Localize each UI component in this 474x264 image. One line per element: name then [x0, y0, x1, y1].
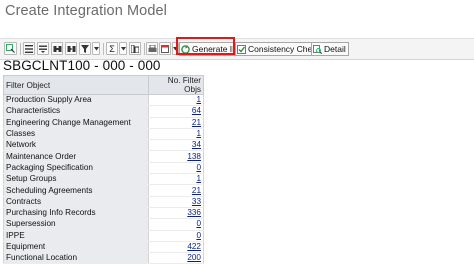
subtotal-icon[interactable]	[129, 42, 141, 55]
filter-object-count-cell: 336	[148, 207, 204, 220]
filter-object-name: Scheduling Agreements	[3, 184, 149, 197]
filter-object-name: Production Supply Area	[3, 94, 149, 107]
column-header-count[interactable]: No. Filter Objs	[148, 75, 204, 95]
table-row[interactable]: Characteristics 64	[3, 105, 204, 118]
filter-object-count-cell: 1	[148, 173, 204, 186]
filter-object-name: Contracts	[3, 196, 149, 208]
sort-descending-icon[interactable]	[37, 42, 49, 55]
filter-object-count-link[interactable]: 21	[192, 186, 201, 195]
filter-object-count-cell: 1	[148, 94, 204, 107]
generate-im-button[interactable]: Generate IM	[179, 42, 243, 56]
filter-object-count-cell: 1	[148, 128, 204, 141]
layout-icon[interactable]	[159, 42, 171, 55]
filter-object-count-link[interactable]: 33	[192, 197, 201, 206]
check-icon	[237, 44, 246, 54]
layout-dropdown-icon[interactable]	[172, 42, 179, 55]
filter-object-name: Network	[3, 139, 149, 152]
filter-object-count-link[interactable]: 21	[192, 118, 201, 127]
application-toolbar: Σ Generate IM Consistency Check Detail	[0, 38, 474, 60]
filter-object-count-cell: 34	[148, 139, 204, 152]
table-row[interactable]: Purchasing Info Records 336	[3, 207, 204, 220]
table-row[interactable]: Engineering Change Management 21	[3, 117, 204, 129]
toolbar-separator	[103, 43, 104, 55]
filter-object-count-link[interactable]: 0	[196, 219, 201, 228]
table-row[interactable]: Packaging Specification 0	[3, 162, 204, 175]
sum-dropdown-icon[interactable]	[119, 42, 127, 55]
filter-object-name: Packaging Specification	[3, 162, 149, 175]
filter-object-count-cell: 0	[148, 218, 204, 231]
title-bar: Create Integration Model	[0, 0, 474, 30]
filter-object-count-link[interactable]: 64	[192, 106, 201, 115]
filter-object-count-link[interactable]: 422	[187, 242, 201, 251]
toolbar-separator	[144, 43, 145, 55]
filter-object-count-cell: 33	[148, 196, 204, 208]
filter-object-count-link[interactable]: 138	[187, 152, 201, 161]
filter-object-count-link[interactable]: 0	[196, 231, 201, 240]
detail-icon	[313, 44, 322, 54]
detail-label: Detail	[324, 44, 346, 54]
filter-object-count-link[interactable]: 1	[196, 95, 201, 104]
filter-object-count-cell: 138	[148, 150, 204, 163]
table-row[interactable]: Setup Groups 1	[3, 173, 204, 186]
filter-object-count-cell: 21	[148, 117, 204, 129]
find-next-icon[interactable]	[65, 42, 77, 55]
sort-ascending-icon[interactable]	[23, 42, 35, 55]
filter-object-count-link[interactable]: 200	[187, 253, 201, 262]
table-row[interactable]: Network 34	[3, 139, 204, 152]
filter-object-count-link[interactable]: 336	[187, 208, 201, 217]
filter-dropdown-icon[interactable]	[92, 42, 100, 55]
consistency-check-label: Consistency Check	[248, 44, 321, 54]
filter-object-count-link[interactable]: 0	[196, 163, 201, 172]
filter-object-count-link[interactable]: 1	[196, 129, 201, 138]
table-row[interactable]: Scheduling Agreements 21	[3, 184, 204, 197]
table-row[interactable]: Supersession 0	[3, 218, 204, 231]
table-row[interactable]: Contracts 33	[3, 196, 204, 208]
column-header-filter-object[interactable]: Filter Object	[3, 75, 149, 95]
filter-object-count-cell: 422	[148, 241, 204, 254]
filter-object-name: Characteristics	[3, 105, 149, 118]
sum-icon[interactable]: Σ	[106, 42, 118, 55]
filter-object-name: IPPE	[3, 230, 149, 242]
table-row[interactable]: Functional Location 200	[3, 252, 204, 264]
generate-icon	[181, 44, 190, 54]
detail-button[interactable]: Detail	[311, 42, 349, 56]
table-row[interactable]: IPPE 0	[3, 230, 204, 242]
table-row[interactable]: Production Supply Area 1	[3, 94, 204, 107]
filter-object-name: Supersession	[3, 218, 149, 231]
select-icon[interactable]	[4, 42, 17, 55]
table-header-row: Filter Object No. Filter Objs	[3, 75, 204, 95]
table-row[interactable]: Classes 1	[3, 128, 204, 141]
filter-object-count-link[interactable]: 1	[196, 174, 201, 183]
filter-object-name: Engineering Change Management	[3, 117, 149, 129]
filter-object-name: Classes	[3, 128, 149, 141]
find-icon[interactable]	[51, 42, 63, 55]
toolbar-separator	[20, 43, 21, 55]
generate-im-label: Generate IM	[192, 44, 240, 54]
model-name-heading: SBGCLNT100 - 000 - 000	[3, 58, 161, 73]
filter-icon[interactable]	[79, 42, 91, 55]
page-title: Create Integration Model	[5, 3, 167, 19]
filter-objects-table: Filter Object No. Filter Objs Production…	[3, 75, 204, 264]
filter-object-count-cell: 21	[148, 184, 204, 197]
filter-object-count-cell: 200	[148, 252, 204, 264]
filter-object-count-link[interactable]: 34	[192, 140, 201, 149]
sum-symbol: Σ	[109, 43, 115, 54]
table-row[interactable]: Equipment 422	[3, 241, 204, 254]
filter-object-count-cell: 64	[148, 105, 204, 118]
filter-object-name: Purchasing Info Records	[3, 207, 149, 220]
filter-object-name: Functional Location	[3, 252, 149, 264]
table-row[interactable]: Maintenance Order 138	[3, 150, 204, 163]
filter-object-count-cell: 0	[148, 230, 204, 242]
filter-object-count-cell: 0	[148, 162, 204, 175]
filter-object-name: Setup Groups	[3, 173, 149, 186]
filter-object-name: Maintenance Order	[3, 150, 149, 163]
filter-object-name: Equipment	[3, 241, 149, 254]
print-icon[interactable]	[146, 42, 158, 55]
